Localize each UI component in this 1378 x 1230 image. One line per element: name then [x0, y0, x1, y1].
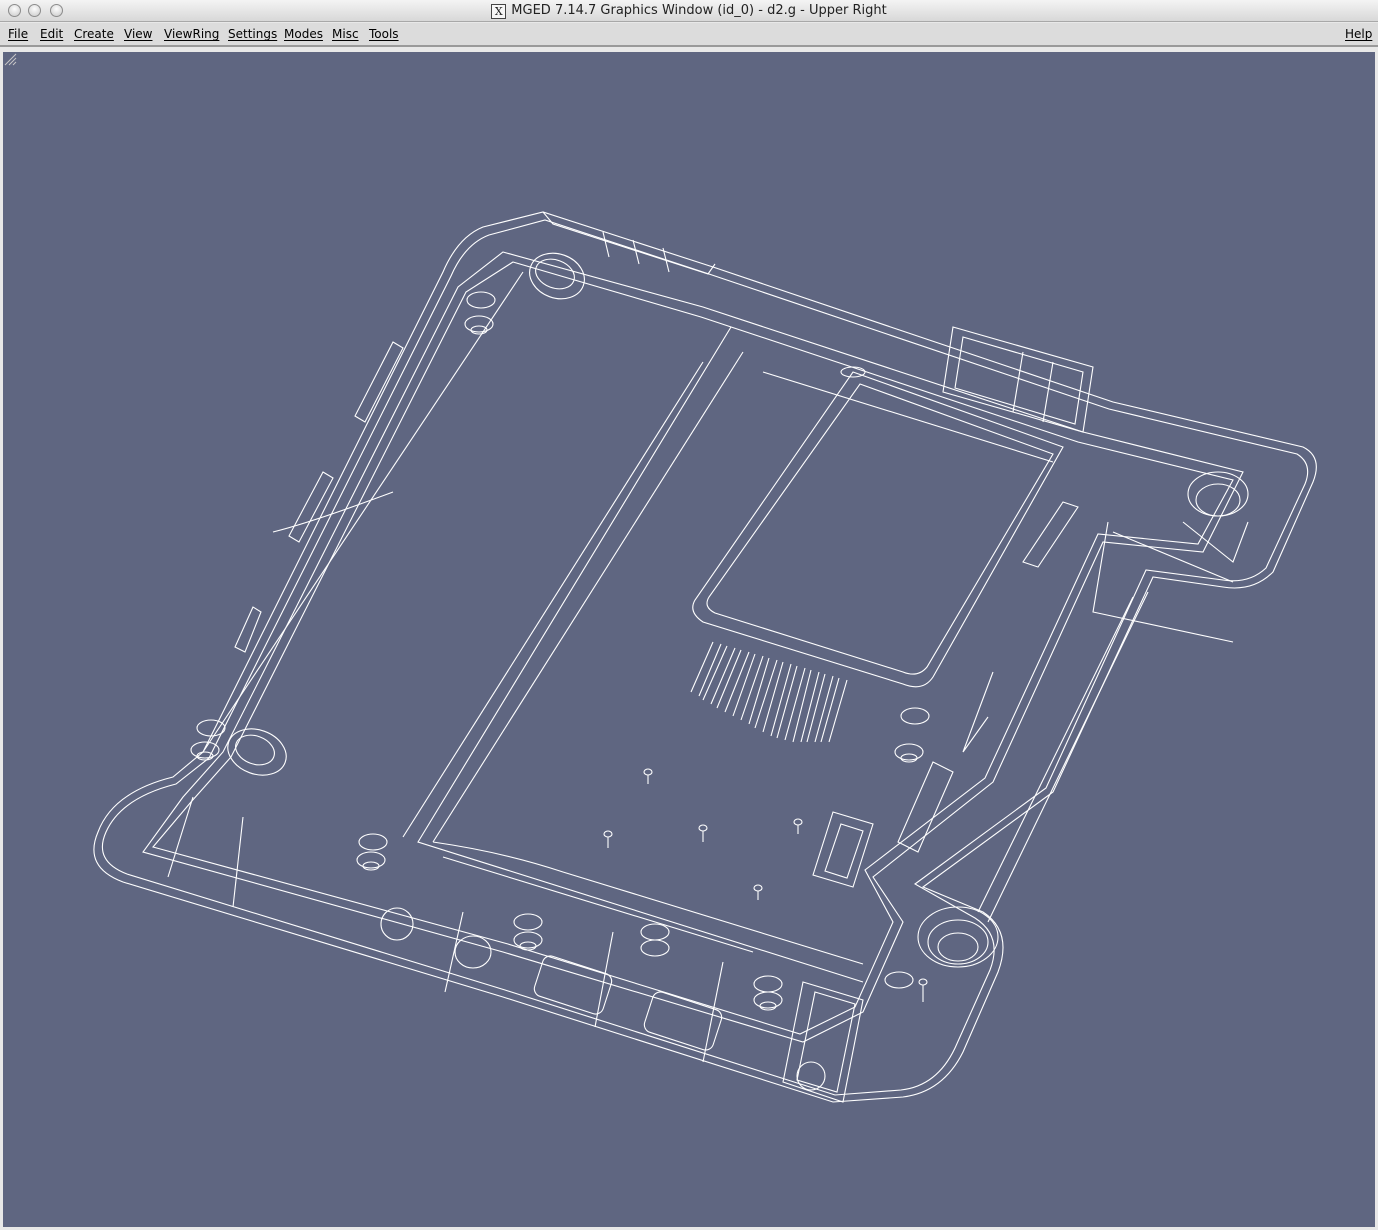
- vent-grille: [690, 641, 848, 743]
- graphics-viewport[interactable]: [3, 52, 1375, 1227]
- menu-help[interactable]: Help: [1345, 27, 1372, 41]
- window-title: MGED 7.14.7 Graphics Window (id_0) - d2.…: [511, 3, 887, 18]
- menu-settings[interactable]: Settings: [228, 27, 277, 41]
- lower-hinge: [782, 761, 999, 1103]
- hinge-assembly: [942, 326, 1249, 643]
- menu-misc[interactable]: Misc: [332, 27, 359, 41]
- screw-bosses: [190, 291, 930, 1011]
- menu-bar: File Edit Create View ViewRing Settings …: [0, 23, 1378, 47]
- title-bar: X MGED 7.14.7 Graphics Window (id_0) - d2…: [0, 0, 1378, 22]
- menu-tools[interactable]: Tools: [369, 27, 399, 41]
- menu-modes[interactable]: Modes: [284, 27, 323, 41]
- battery-panel: [692, 371, 1064, 688]
- wireframe-model: [93, 211, 1317, 1103]
- menu-create[interactable]: Create: [74, 27, 114, 41]
- menu-view[interactable]: View: [124, 27, 152, 41]
- menu-file[interactable]: File: [8, 27, 28, 41]
- shell-outline: [93, 211, 1317, 1103]
- x11-icon: X: [491, 4, 507, 19]
- menu-edit[interactable]: Edit: [40, 27, 63, 41]
- latch-lugs: [227, 252, 585, 776]
- resize-grip-icon[interactable]: [3, 52, 17, 66]
- menu-viewring[interactable]: ViewRing: [164, 27, 219, 41]
- window-title-wrap: X MGED 7.14.7 Graphics Window (id_0) - d2…: [0, 3, 1378, 19]
